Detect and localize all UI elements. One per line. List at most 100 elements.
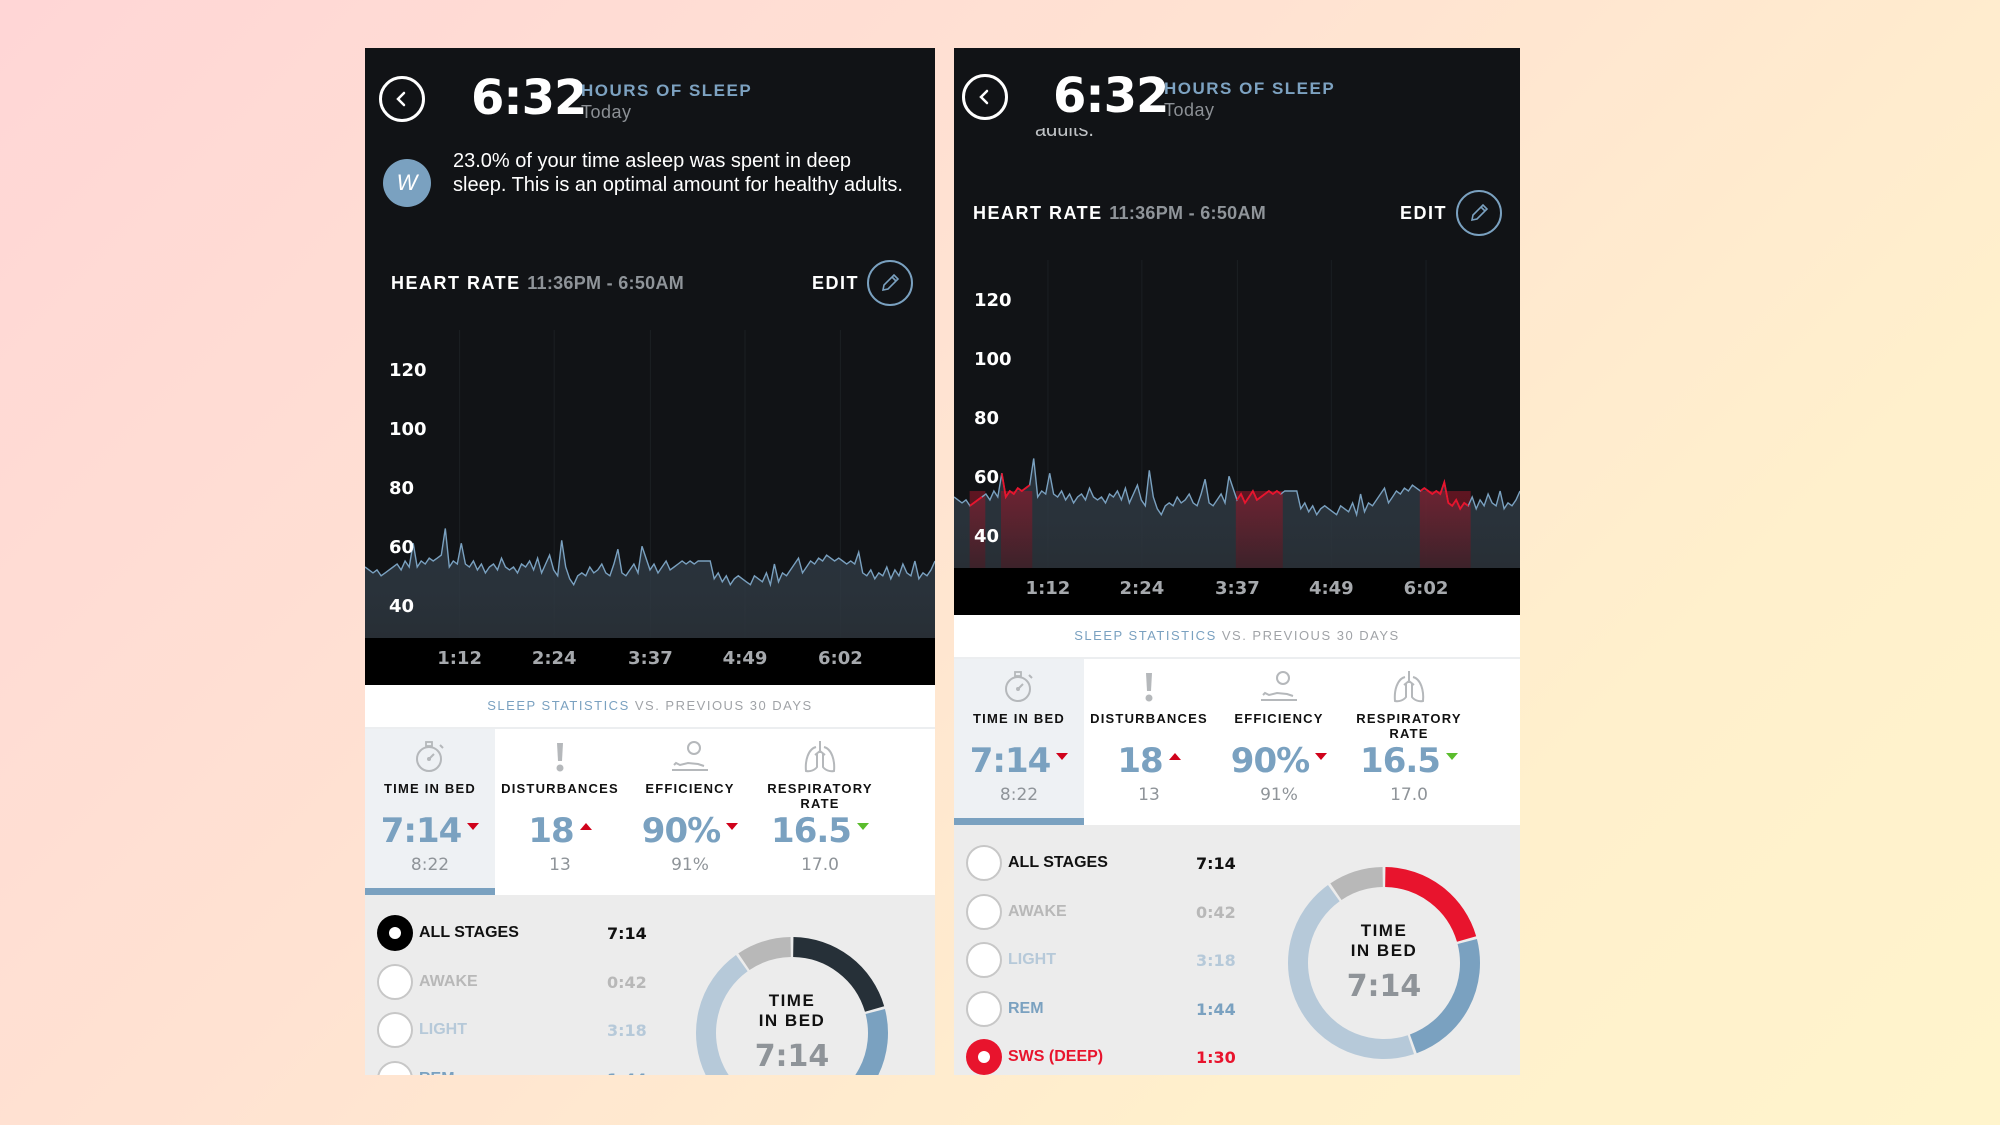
stage-radio[interactable] — [966, 1039, 1002, 1075]
stage-time: 0:42 — [1196, 902, 1236, 922]
x-tick-label: 6:02 — [1403, 578, 1449, 599]
stage-time: 3:18 — [607, 1021, 647, 1040]
stage-row-awake[interactable]: AWAKE 0:42 — [966, 892, 1246, 932]
donut-title: TIME — [768, 991, 816, 1010]
date-label: Today — [1164, 100, 1215, 120]
stats-strip[interactable]: TIME IN BED 7:14 8:22 DISTURBANCES 18 13 EFFIC… — [954, 659, 1520, 834]
stat-efficiency[interactable]: EFFICIENCY 90% 91% — [625, 729, 755, 889]
stat-disturbances[interactable]: DISTURBANCES 18 13 — [495, 729, 625, 889]
stat-previous-value: 91% — [671, 855, 709, 875]
stat-label: DISTURBANCES — [501, 781, 619, 796]
edit-label[interactable]: EDIT — [812, 273, 859, 294]
selected-tab-indicator — [365, 888, 495, 895]
time-in-bed-donut: TIME IN BED 7:14 — [1284, 863, 1484, 1063]
donut-title: IN BED — [1350, 941, 1418, 960]
exclamation-icon — [1084, 669, 1214, 705]
heart-rate-chart: 120 100 80 60 40 — [365, 330, 935, 685]
stage-name: ALL STAGES — [1008, 854, 1108, 871]
hours-of-sleep-label: HOURS OF SLEEP — [1164, 79, 1336, 98]
stat-la[interactable]: LA 0 — [1474, 659, 1520, 819]
stat-value: 16.5 — [1344, 741, 1474, 781]
date-label: Today — [581, 102, 632, 122]
stats-header-rest: VS. PREVIOUS 30 DAYS — [629, 698, 813, 713]
stage-name: SWS (DEEP) — [1008, 1048, 1104, 1065]
stage-row-sws-deep[interactable]: SWS (DEEP) 1:30 — [966, 1037, 1246, 1075]
hours-of-sleep-value: 6:32 — [1053, 68, 1169, 124]
chevron-left-icon — [396, 91, 406, 107]
stage-radio[interactable] — [377, 1012, 413, 1048]
stage-time: 3:18 — [1196, 951, 1236, 970]
donut-center-label: TIME IN BED 7:14 — [692, 991, 892, 1074]
edit-button[interactable] — [867, 260, 913, 306]
stage-radio[interactable] — [377, 1060, 413, 1075]
stage-row-all-stages[interactable]: ALL STAGES 7:14 — [377, 913, 657, 953]
stat-efficiency[interactable]: EFFICIENCY 90% 91% — [1214, 659, 1344, 819]
donut-value: 7:14 — [1346, 969, 1422, 1004]
stat-previous-value: 8:22 — [410, 855, 450, 875]
stat-value: 18 — [1084, 741, 1214, 781]
hours-of-sleep-label: HOURS OF SLEEP — [581, 81, 753, 100]
stat-previous-value: 17.0 — [801, 855, 839, 875]
time-in-bed-donut: TIME IN BED 7:14 — [692, 933, 892, 1075]
stage-name: LIGHT — [1008, 951, 1056, 968]
stat-time-in-bed[interactable]: TIME IN BED 7:14 8:22 — [365, 729, 495, 889]
y-tick-label: 60 — [389, 537, 415, 559]
stat-label: DISTURBANCES — [1090, 711, 1208, 726]
stat-previous-value: 13 — [549, 855, 571, 875]
stage-time: 7:14 — [1196, 854, 1236, 873]
stage-radio[interactable] — [966, 990, 1002, 1027]
back-button[interactable] — [379, 76, 425, 122]
stage-name: REM — [1008, 999, 1044, 1017]
stage-time: 7:14 — [607, 924, 647, 943]
y-tick-label: 80 — [389, 478, 415, 499]
stat-disturbances[interactable]: DISTURBANCES 18 13 — [1084, 659, 1214, 819]
y-tick-label: 60 — [974, 467, 1000, 489]
stat-respiratory-rate[interactable]: RESPIRATORY RATE 16.5 17.0 — [1344, 659, 1474, 819]
heart-rate-title: HEART RATE 11:36PM - 6:50AM — [973, 203, 1266, 224]
insight-text: 23.0% of your time asleep was spent in d… — [453, 150, 903, 196]
stats-strip[interactable]: TIME IN BED 7:14 8:22 DISTURBANCES 18 13 EFFIC… — [365, 729, 935, 904]
trend-up-icon — [1168, 753, 1181, 760]
stage-row-rem[interactable]: REM 1:44 — [377, 1059, 657, 1075]
stage-radio[interactable] — [966, 893, 1002, 930]
deep-sleep-band — [1000, 491, 1033, 568]
stage-radio[interactable] — [377, 963, 413, 1000]
stage-row-all-stages[interactable]: ALL STAGES 7:14 — [966, 843, 1246, 883]
selected-tab-indicator — [954, 818, 1084, 825]
stat-label: EFFICIENCY — [1234, 711, 1324, 726]
x-tick-label: 1:12 — [1025, 578, 1071, 599]
heart-rate-chart: 120 100 80 60 40 — [954, 260, 1520, 615]
stage-radio[interactable] — [966, 845, 1002, 881]
stage-row-rem[interactable]: REM 1:44 — [966, 989, 1246, 1029]
donut-title: IN BED — [758, 1011, 826, 1030]
sleep-stages-area: ALL STAGES 7:14 AWAKE 0:42 LIGHT 3:18 REM 1:44 T… — [365, 895, 935, 1075]
stat-value: 7:14 — [954, 741, 1084, 781]
stat-previous-value: 0 — [885, 855, 935, 875]
stat-value: 18 — [495, 811, 625, 851]
stat-value: 0 — [1474, 741, 1520, 781]
y-tick-label: 40 — [974, 526, 1000, 548]
x-tick-label: 6:02 — [818, 648, 863, 669]
stat-previous-value: 17.0 — [1390, 785, 1428, 805]
back-button[interactable] — [962, 74, 1008, 120]
stage-time: 0:42 — [607, 972, 647, 992]
edit-button[interactable] — [1456, 190, 1502, 236]
stage-radio[interactable] — [966, 942, 1002, 978]
sleep-detail-screen-left: 6:32 HOURS OF SLEEP Today W 23.0% of you… — [365, 48, 935, 1075]
pencil-icon — [881, 273, 900, 292]
stat-previous-value: 13 — [1138, 785, 1160, 805]
donut-center-label: TIME IN BED 7:14 — [1284, 921, 1484, 1004]
stat-time-in-bed[interactable]: TIME IN BED 7:14 8:22 — [954, 659, 1084, 819]
x-tick-label: 1:12 — [437, 648, 482, 669]
stage-row-light[interactable]: LIGHT 3:18 — [377, 1010, 657, 1050]
y-tick-label: 80 — [974, 408, 1000, 429]
lungs-icon — [1344, 669, 1474, 705]
stat-respiratory-rate[interactable]: RESPIRATORY RATE 16.5 17.0 — [755, 729, 885, 889]
edit-label[interactable]: EDIT — [1400, 203, 1447, 224]
donut-value: 7:14 — [754, 1039, 830, 1074]
stage-row-light[interactable]: LIGHT 3:18 — [966, 940, 1246, 980]
stage-row-awake[interactable]: AWAKE 0:42 — [377, 962, 657, 1002]
stage-radio[interactable] — [377, 915, 413, 951]
header: 6:32 HOURS OF SLEEP Today — [365, 48, 935, 128]
stat-lat[interactable]: LAT 0 0 — [885, 729, 935, 889]
